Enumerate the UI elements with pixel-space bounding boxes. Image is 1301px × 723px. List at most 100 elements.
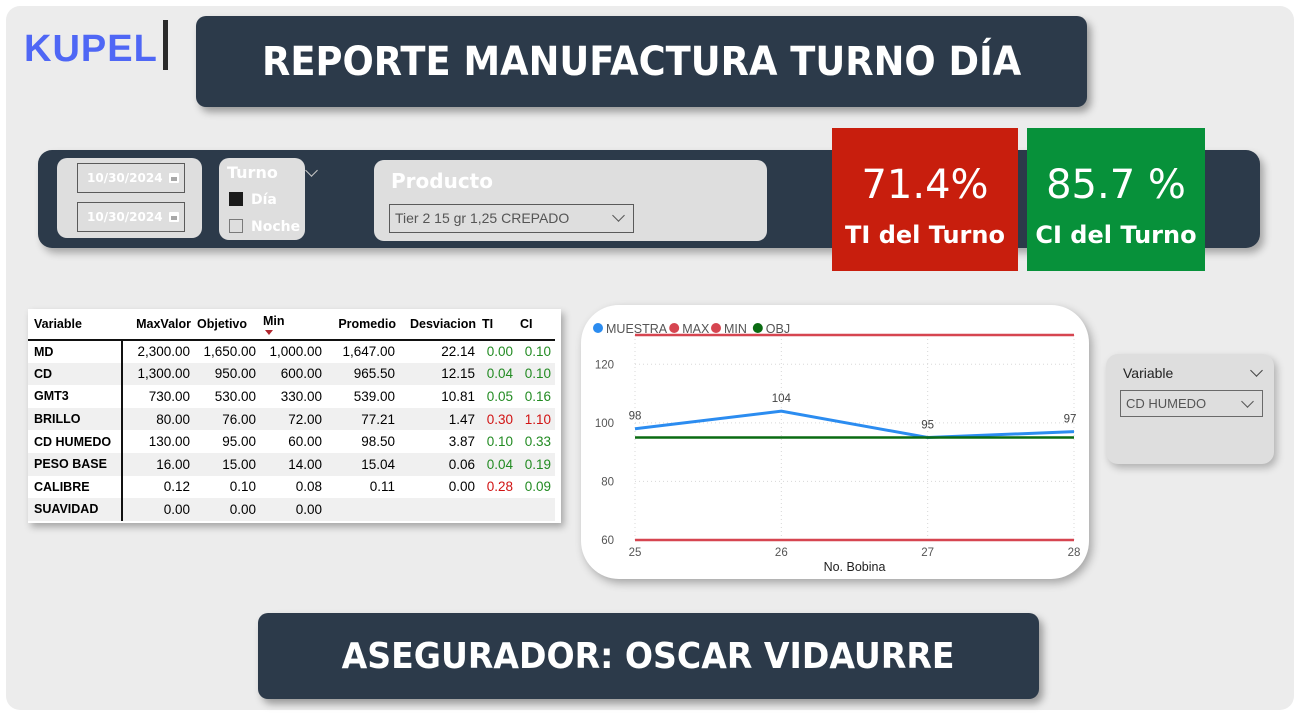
- table-cell-prom: 15.04: [326, 452, 399, 476]
- table-cell-max: 1,300.00: [122, 362, 194, 386]
- data-label: 95: [921, 420, 934, 432]
- table-row[interactable]: CD 1,300.00 950.00 600.00 965.50 12.15 0.04 0.1…: [28, 362, 555, 386]
- table-cell-max: 130.00: [148, 434, 190, 450]
- chevron-down-icon[interactable]: [1241, 395, 1254, 408]
- line-chart-card: 60 80 100 120 25 26 27 28 No. Bobina 98 104 95 97 MUE…: [581, 305, 1089, 579]
- turno-title: Turno: [227, 163, 278, 182]
- table-cell-ti: 0.00: [486, 344, 513, 360]
- x-tick-label: 27: [921, 547, 934, 559]
- table-cell-obj: 95.00: [222, 434, 256, 450]
- col-header-min[interactable]: Min: [260, 309, 326, 341]
- table-row[interactable]: BRILLO 80.00 76.00 72.00 77.21 1.47 0.30 1.10: [28, 407, 555, 431]
- turno-option-dia[interactable]: Día: [229, 192, 277, 208]
- table-row[interactable]: GMT3 730.00 530.00 330.00 539.00 10.81 0.05 0.1…: [28, 385, 555, 408]
- table-cell-desv: 0.00: [448, 479, 475, 495]
- table-cell-obj: 530.00: [214, 388, 256, 404]
- table-row[interactable]: PESO BASE 16.00 15.00 14.00 15.04 0.06 0.04 0.1…: [28, 452, 555, 476]
- col-header-ci[interactable]: CI: [517, 309, 555, 341]
- producto-title: Producto: [391, 169, 493, 193]
- table-cell-min: 0.00: [260, 498, 326, 521]
- table-cell-ti: 0.30: [479, 407, 517, 431]
- col-header-promedio[interactable]: Promedio: [326, 309, 399, 341]
- legend-label: MUESTRA: [606, 322, 668, 336]
- chevron-down-icon[interactable]: [1250, 364, 1263, 377]
- legend-label: MIN: [724, 322, 747, 336]
- table-cell-desv: 22.14: [441, 344, 475, 360]
- chevron-down-icon[interactable]: [612, 209, 625, 222]
- variable-slicer-title: Variable: [1123, 365, 1174, 381]
- checkbox-unchecked[interactable]: [229, 219, 243, 233]
- table-cell-ci: 0.16: [524, 388, 551, 404]
- calendar-icon[interactable]: [169, 173, 179, 183]
- turno-option-label: Día: [251, 192, 277, 208]
- y-tick-label: 120: [595, 359, 614, 371]
- y-tick-label: 60: [601, 535, 614, 547]
- report-title-banner: REPORTE MANUFACTURA TURNO DÍA: [196, 16, 1087, 107]
- table-cell-desv: 3.87: [448, 434, 475, 450]
- table-cell-ci: [517, 498, 555, 521]
- variable-dropdown[interactable]: CD HUMEDO: [1120, 390, 1263, 417]
- legend-marker: [669, 323, 680, 333]
- col-header-ti[interactable]: TI: [479, 309, 517, 341]
- table-row[interactable]: SUAVIDAD 0.00 0.00 0.00: [28, 498, 555, 521]
- table-cell-min: 60.00: [288, 434, 322, 450]
- table-row[interactable]: CD HUMEDO 130.00 95.00 60.00 98.50 3.87 0.10 0.…: [28, 430, 555, 453]
- table-cell-prom: 539.00: [353, 388, 395, 404]
- legend-marker: [752, 323, 763, 333]
- table-cell-obj: 0.00: [194, 498, 260, 521]
- table-cell-variable: BRILLO: [28, 407, 123, 431]
- col-header-variable[interactable]: Variable: [28, 309, 122, 341]
- table-cell-variable: CD HUMEDO: [28, 430, 123, 453]
- x-tick-label: 26: [775, 547, 788, 559]
- table-cell-desv: 1.47: [399, 407, 479, 431]
- table-cell-desv: 12.15: [399, 362, 479, 386]
- table-cell-min: 72.00: [260, 407, 326, 431]
- y-tick-label: 100: [595, 418, 614, 430]
- table-cell-max: 16.00: [122, 452, 194, 476]
- table-cell-ti: 0.05: [486, 388, 513, 404]
- table-cell-prom: 77.21: [326, 407, 399, 431]
- turno-option-noche[interactable]: Noche: [229, 219, 300, 235]
- table-cell-min: 600.00: [260, 362, 326, 386]
- data-label: 104: [772, 393, 792, 405]
- table-cell-ti: [479, 498, 517, 521]
- series-line-muestra: [634, 409, 1075, 440]
- variables-table: Variable MaxValor Objetivo Min Promedio …: [28, 309, 561, 523]
- table-cell-ci: 0.19: [517, 452, 555, 476]
- table-cell-variable: PESO BASE: [28, 452, 123, 476]
- table-row[interactable]: CALIBRE 0.12 0.10 0.08 0.11 0.00 0.28 0.09: [28, 475, 555, 499]
- table-cell-min: 1,000.00: [269, 344, 322, 360]
- col-header-maxvalor[interactable]: MaxValor: [122, 309, 194, 341]
- table-cell-obj: 1,650.00: [203, 344, 256, 360]
- date-end-input[interactable]: 10/30/2024: [77, 202, 185, 232]
- table-cell-ti: 0.04: [479, 452, 517, 476]
- date-range-slicer: 10/30/2024 10/30/2024: [57, 158, 202, 238]
- col-header-objetivo[interactable]: Objetivo: [194, 309, 260, 341]
- kpi-ti-label: TI del Turno: [845, 221, 1005, 249]
- table-cell-ti: 0.10: [486, 434, 513, 450]
- date-start-input[interactable]: 10/30/2024: [77, 163, 185, 193]
- date-end-value: 10/30/2024: [87, 210, 163, 224]
- table-cell-ci: 0.33: [524, 434, 551, 450]
- table-header-row: Variable MaxValor Objetivo Min Promedio …: [28, 309, 555, 341]
- checkbox-checked[interactable]: [229, 192, 243, 206]
- table-cell-max: 0.00: [122, 498, 194, 521]
- kpi-ci-label: CI del Turno: [1035, 221, 1197, 249]
- variable-selected: CD HUMEDO: [1126, 396, 1207, 411]
- legend-marker: [711, 323, 721, 333]
- producto-dropdown[interactable]: Tier 2 15 gr 1,25 CREPADO: [389, 204, 634, 233]
- data-label: 98: [629, 411, 642, 423]
- asegurador-name: ASEGURADOR: OSCAR VIDAURRE: [342, 635, 955, 677]
- x-axis-label: No. Bobina: [824, 560, 886, 574]
- kupel-logo: KUPEL: [24, 28, 158, 70]
- calendar-icon[interactable]: [169, 212, 179, 222]
- table-cell-variable: MD: [28, 340, 123, 363]
- table-cell-variable: SUAVIDAD: [28, 498, 123, 521]
- table-row[interactable]: MD 2,300.00 1,650.00 1,000.00 1,647.00 22.14 0…: [28, 340, 555, 363]
- table-cell-obj: 76.00: [194, 407, 260, 431]
- table-cell-min: 330.00: [280, 388, 322, 404]
- producto-selected: Tier 2 15 gr 1,25 CREPADO: [395, 210, 570, 226]
- legend-label: OBJ: [766, 322, 790, 336]
- col-header-desviacion[interactable]: Desviacion: [399, 309, 479, 341]
- kpi-ci-value: 85.7 %: [1046, 162, 1186, 208]
